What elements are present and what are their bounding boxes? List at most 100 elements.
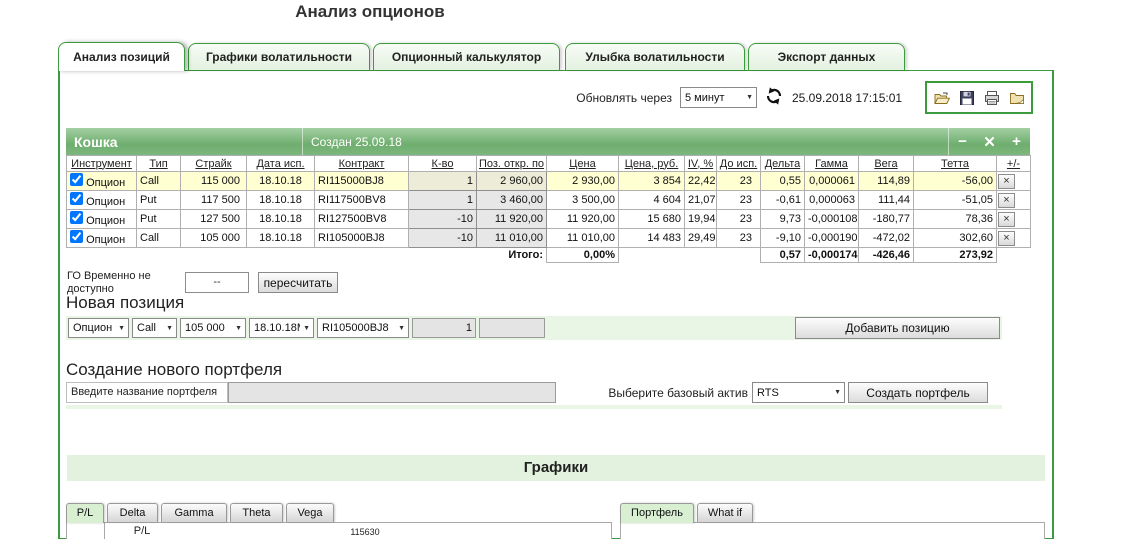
open-file-button[interactable] [933,90,950,106]
positions-table: Инструмент Тип Страйк Дата исп. Контракт… [66,155,1031,263]
totals-delta: 0,57 [760,247,805,263]
print-button[interactable] [984,90,1000,106]
portfolio-name: Кошка [74,133,118,150]
divider-strip [66,405,1002,409]
totals-gamma: -0,000174 [804,247,859,263]
totals-row: Итого: 0,00% 0,57 -0,000174 -426,46 273,… [66,247,1031,263]
qty-cell[interactable]: 1 [408,171,477,191]
options-analysis-page: Анализ опционов Анализ позиций Графики в… [0,0,1130,539]
col-header-qty[interactable]: К-во [408,155,477,172]
row-checkbox[interactable] [70,173,83,186]
totals-vega: -426,46 [858,247,914,263]
tab-data-export[interactable]: Экспорт данных [748,43,905,70]
col-header-contract[interactable]: Контракт [314,155,409,172]
position-row: Опцион Call 105 000 18.10.18 RI105000BJ8… [66,228,1031,248]
close-portfolio-button[interactable]: ✕ [976,133,1003,151]
col-header-price-rub[interactable]: Цена, руб. [618,155,685,172]
col-header-days[interactable]: До исп. [716,155,761,172]
tab-volatility-smile[interactable]: Улыбка волатильности [565,43,745,70]
qty-cell[interactable]: -10 [408,209,477,229]
np-type-select[interactable]: Call [132,318,177,338]
chart-tab-pl[interactable]: P/L [66,503,104,523]
chart-tab-gamma[interactable]: Gamma [161,503,227,522]
add-position-button[interactable]: Добавить позицию [795,317,1000,339]
col-header-exp-date[interactable]: Дата исп. [246,155,315,172]
portfolio-name-label: Введите название портфеля [66,382,228,403]
portfolio-header: Кошка Создан 25.09.18 − ✕ + [66,128,1030,155]
tab-option-calculator[interactable]: Опционный калькулятор [373,43,560,70]
totals-price: 0,00% [546,247,619,263]
position-row: Опцион Call 115 000 18.10.18 RI115000BJ8… [66,171,1031,191]
delete-row-button[interactable] [998,230,1015,246]
printer-icon [984,90,999,105]
row-checkbox[interactable] [70,211,83,224]
open-pos-cell[interactable]: 3 460,00 [476,190,547,210]
portfolio-chart-panel [620,522,1045,539]
recalculate-button[interactable]: пересчитать [258,272,338,293]
col-header-vega[interactable]: Вега [858,155,914,172]
qty-cell[interactable]: 1 [408,190,477,210]
row-checkbox[interactable] [70,230,83,243]
np-strike-select[interactable]: 105 000 [180,318,246,338]
chart-tab-vega[interactable]: Vega [286,503,334,522]
delete-row-button[interactable] [998,192,1015,208]
portfolio-name-input[interactable] [228,382,556,403]
col-header-iv[interactable]: IV, % [684,155,717,172]
open-pos-cell[interactable]: 2 960,00 [476,171,547,191]
export-folder-button[interactable] [1009,90,1025,106]
col-header-theta[interactable]: Тетта [913,155,997,172]
tab-portfolio[interactable]: Портфель [620,503,694,523]
np-exp-date-select[interactable]: 18.10.18М [249,318,314,338]
pl-row-label: P/L [133,525,151,537]
save-button[interactable] [959,90,975,106]
totals-theta: 273,92 [913,247,997,263]
np-qty-input[interactable]: 1 [412,318,476,338]
page-title: Анализ опционов [295,2,445,21]
new-position-title: Новая позиция [66,293,185,312]
refresh-icon [766,87,782,105]
tab-position-analysis[interactable]: Анализ позиций [58,42,185,71]
delete-row-button[interactable] [998,173,1015,189]
open-folder-icon [933,92,950,104]
add-portfolio-button[interactable]: + [1003,133,1030,150]
folder-icon [1009,92,1024,104]
col-header-price[interactable]: Цена [546,155,619,172]
floppy-disk-icon [959,90,974,105]
col-header-open-pos[interactable]: Поз. откр. по [476,155,547,172]
qty-cell[interactable]: -10 [408,228,477,248]
file-toolbar [925,81,1033,114]
np-price-input[interactable] [479,318,545,338]
position-row: Опцион Put 127 500 18.10.18 RI127500BV8 … [66,209,1031,229]
tab-what-if[interactable]: What if [697,503,753,522]
base-asset-label: Выберите базовый актив [608,386,748,400]
col-header-add-remove: +/- [996,155,1031,172]
chart-tab-delta[interactable]: Delta [107,503,158,522]
col-header-gamma[interactable]: Гамма [804,155,859,172]
np-contract-select[interactable]: RI105000BJ8 [317,318,409,338]
collapse-portfolio-button[interactable]: − [949,133,976,150]
col-header-strike[interactable]: Страйк [180,155,247,172]
np-instrument-select[interactable]: Опцион [68,318,129,338]
refresh-button[interactable] [764,87,784,107]
pl-row-value: 115630 [350,527,380,537]
open-pos-cell[interactable]: 11 920,00 [476,209,547,229]
table-header-row: Инструмент Тип Страйк Дата исп. Контракт… [66,155,1031,172]
col-header-type[interactable]: Тип [136,155,181,172]
last-update-timestamp: 25.09.2018 17:15:01 [792,91,903,105]
position-row: Опцион Put 117 500 18.10.18 RI117500BV8 … [66,190,1031,210]
go-value-field: -- [185,272,249,293]
create-portfolio-button[interactable]: Создать портфель [848,382,988,403]
open-pos-cell[interactable]: 11 010,00 [476,228,547,248]
charts-section-title: Графики [67,455,1045,481]
delete-row-button[interactable] [998,211,1015,227]
chart-tab-theta[interactable]: Theta [230,503,283,522]
refresh-interval-select[interactable]: 5 минут [680,87,757,108]
refresh-interval-label: Обновлять через [576,91,672,105]
row-checkbox[interactable] [70,192,83,205]
col-header-delta[interactable]: Дельта [760,155,805,172]
tab-volatility-charts[interactable]: Графики волатильности [188,43,370,70]
base-asset-select[interactable]: RTS [752,382,845,403]
col-header-instrument[interactable]: Инструмент [66,155,137,172]
create-portfolio-title: Создание нового портфеля [66,360,283,379]
totals-label: Итого: [476,247,547,263]
